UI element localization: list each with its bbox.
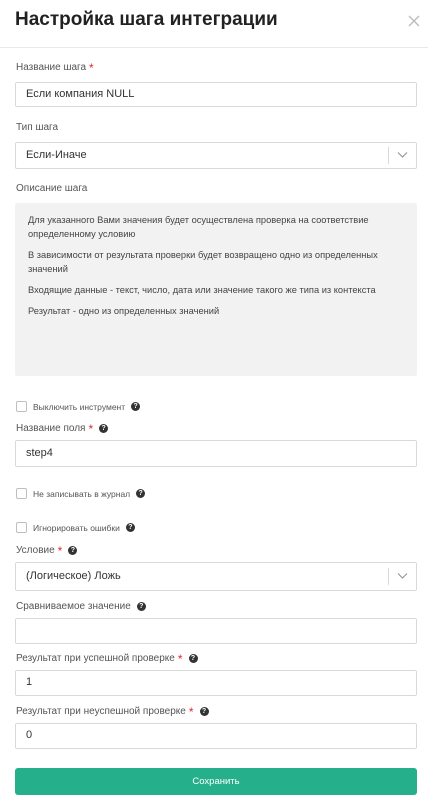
step-type-select[interactable]: Если-Иначе bbox=[15, 142, 417, 169]
help-icon[interactable]: ? bbox=[188, 654, 198, 663]
condition-select[interactable]: (Логическое) Ложь bbox=[15, 562, 417, 591]
field-name-label: Название поля * ? bbox=[16, 421, 109, 436]
condition-label: Условие * ? bbox=[16, 543, 78, 558]
help-icon[interactable]: ? bbox=[99, 424, 109, 433]
description-label: Описание шага bbox=[16, 183, 88, 194]
ignore-errors-label: Игнорировать ошибки bbox=[33, 522, 120, 533]
disable-tool-label: Выключить инструмент bbox=[33, 401, 126, 412]
no-log-label: Не записывать в журнал bbox=[33, 488, 131, 499]
chevron-down-icon[interactable] bbox=[388, 147, 416, 164]
no-log-row: Не записывать в журнал ? bbox=[16, 488, 146, 499]
required-mark: * bbox=[89, 60, 94, 75]
success-result-input[interactable]: 1 bbox=[15, 670, 417, 696]
description-paragraph: Результат - одно из определенных значени… bbox=[28, 306, 220, 316]
field-name-input[interactable]: step4 bbox=[15, 440, 417, 467]
save-button[interactable]: Сохранить bbox=[15, 768, 417, 795]
no-log-checkbox[interactable] bbox=[16, 488, 27, 499]
fail-result-input[interactable]: 0 bbox=[15, 723, 417, 749]
help-icon[interactable]: ? bbox=[199, 707, 209, 716]
step-type-label: Тип шага bbox=[16, 122, 59, 133]
success-result-label: Результат при успешной проверке * ? bbox=[16, 651, 198, 666]
disable-tool-checkbox[interactable] bbox=[16, 401, 27, 412]
required-mark: * bbox=[188, 704, 194, 719]
description-paragraph: Для указанного Вами значения будет осуще… bbox=[28, 215, 369, 239]
compare-value-input[interactable] bbox=[15, 618, 417, 644]
step-name-input[interactable]: Если компания NULL bbox=[15, 82, 417, 107]
help-icon[interactable]: ? bbox=[125, 523, 135, 532]
description-paragraph: Входящие данные - текст, число, дата или… bbox=[28, 285, 376, 295]
compare-value-label: Сравниваемое значение ? bbox=[16, 601, 146, 612]
required-mark: * bbox=[57, 543, 63, 558]
close-icon[interactable] bbox=[404, 11, 424, 31]
step-name-label: Название шага * bbox=[16, 60, 94, 75]
modal-header: Настройка шага интеграции bbox=[0, 0, 428, 48]
fail-result-label: Результат при неуспешной проверке * ? bbox=[16, 704, 209, 719]
modal-title: Настройка шага интеграции bbox=[15, 9, 278, 30]
help-icon[interactable]: ? bbox=[68, 546, 78, 555]
help-icon[interactable]: ? bbox=[136, 602, 146, 611]
step-type-value: Если-Иначе bbox=[26, 149, 87, 161]
help-icon[interactable]: ? bbox=[136, 489, 146, 498]
description-paragraph: В зависимости от результата проверки буд… bbox=[28, 250, 378, 274]
disable-tool-row: Выключить инструмент ? bbox=[16, 401, 141, 412]
ignore-errors-row: Игнорировать ошибки ? bbox=[16, 522, 135, 533]
chevron-down-icon[interactable] bbox=[388, 568, 416, 585]
required-mark: * bbox=[88, 421, 94, 436]
description-box: Для указанного Вами значения будет осуще… bbox=[15, 203, 417, 376]
help-icon[interactable]: ? bbox=[131, 402, 141, 411]
ignore-errors-checkbox[interactable] bbox=[16, 522, 27, 533]
required-mark: * bbox=[177, 651, 183, 666]
condition-value: (Логическое) Ложь bbox=[26, 570, 121, 582]
